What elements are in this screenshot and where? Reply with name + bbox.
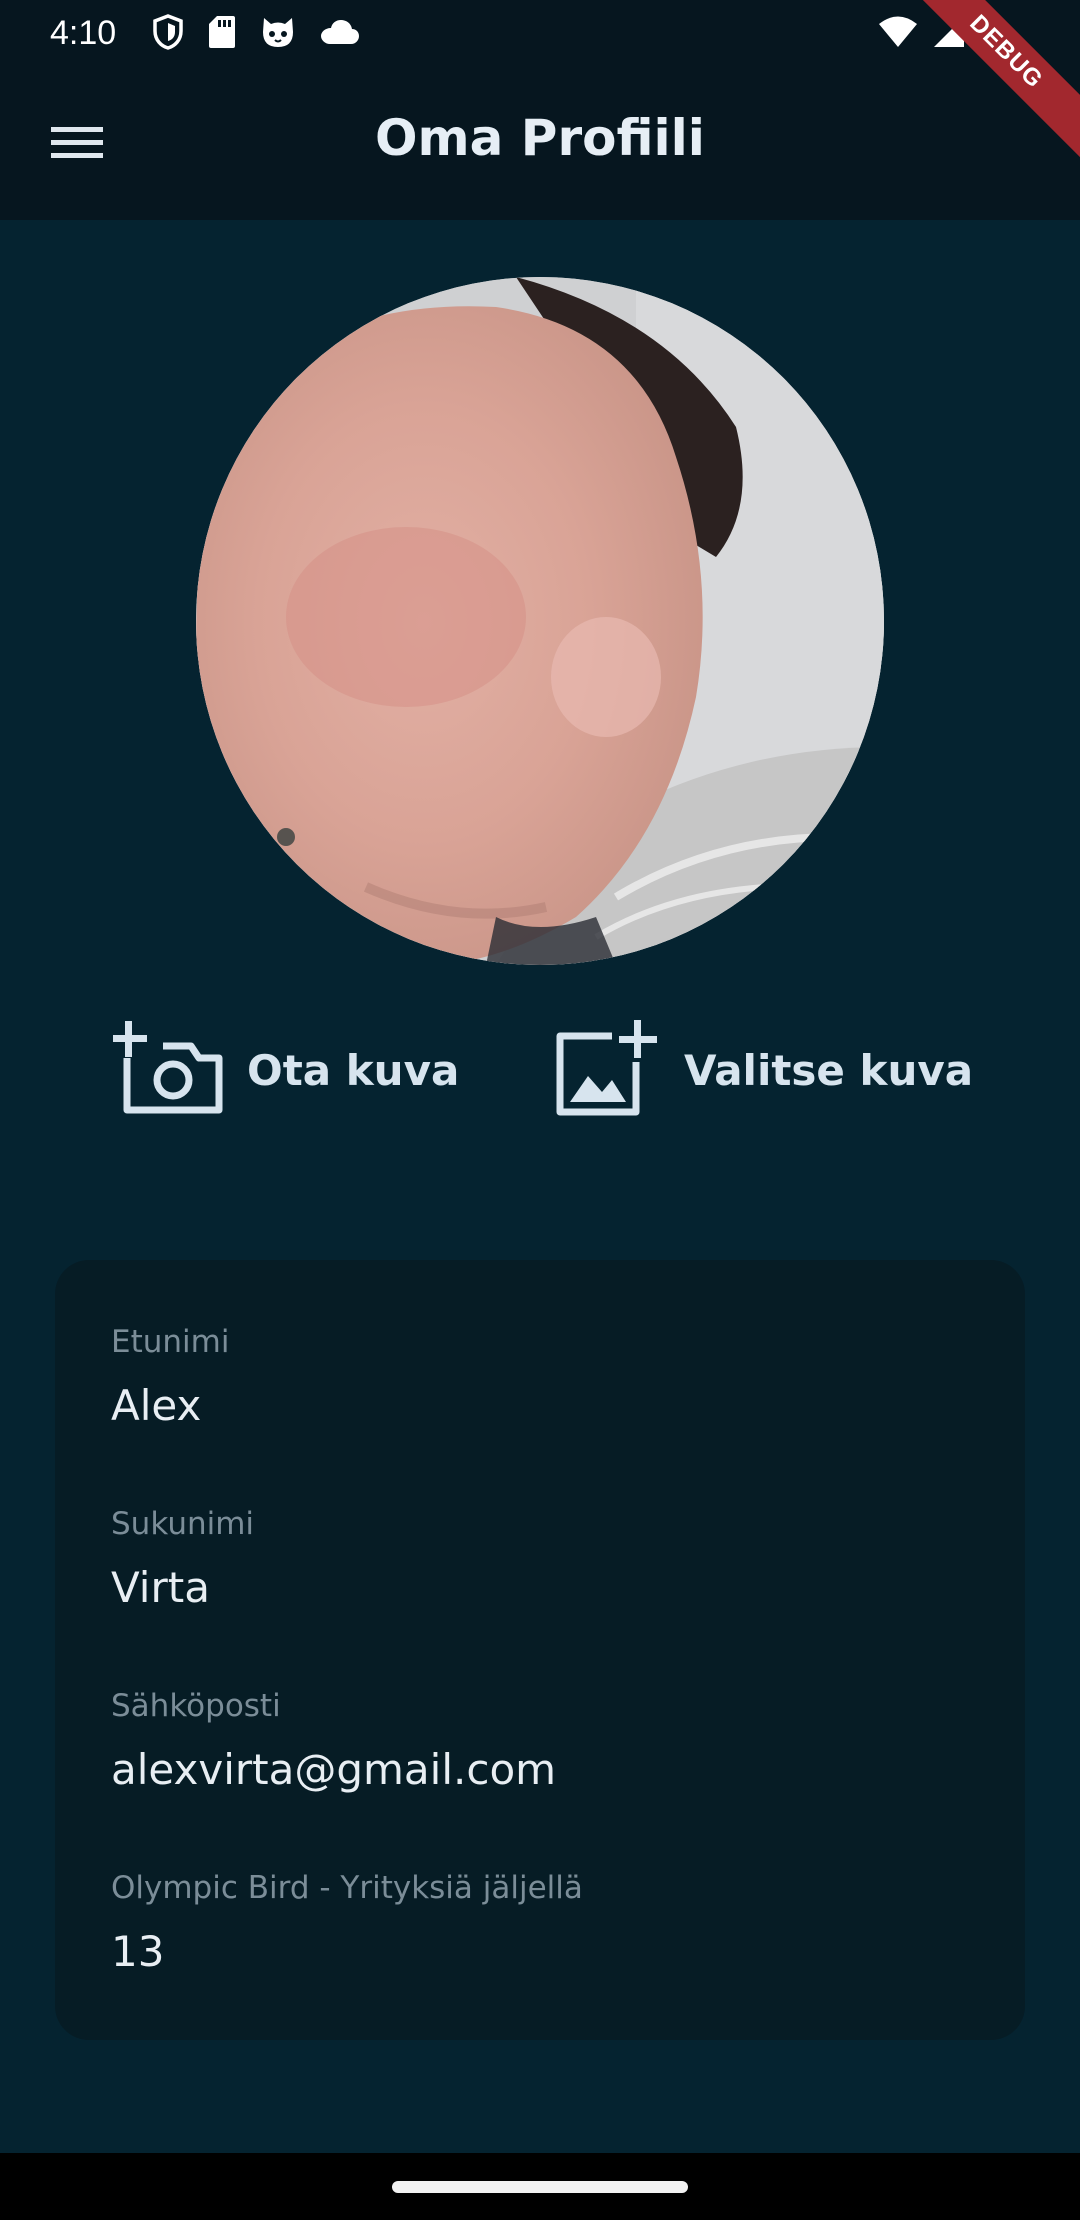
status-icons-left [152,14,360,50]
choose-photo-label: Valitse kuva [684,1045,974,1095]
profile-info-card: Etunimi Alex Sukunimi Virta Sähköposti a… [55,1260,1025,2040]
status-bar: 4:10 [0,0,1080,66]
last-name-label: Sukunimi [111,1506,255,1542]
profile-avatar[interactable] [196,277,884,965]
choose-photo-button[interactable]: Valitse kuva [556,1018,973,1122]
first-name-field: Etunimi Alex [111,1322,971,1432]
add-camera-icon [111,1018,223,1122]
first-name-label: Etunimi [111,1324,230,1360]
home-indicator[interactable] [392,2181,688,2193]
first-name-value: Alex [111,1381,202,1430]
email-field: Sähköposti alexvirta@gmail.com [111,1686,971,1796]
wifi-icon [878,15,918,49]
navigation-bar [0,2153,1080,2220]
status-time: 4:10 [50,14,117,52]
shield-icon [152,14,184,50]
sd-card-icon [208,15,236,49]
take-photo-label: Ota kuva [247,1045,460,1095]
attempts-field: Olympic Bird - Yrityksiä jäljellä 13 [111,1868,971,1978]
add-image-icon [556,1018,660,1122]
email-label: Sähköposti [111,1688,281,1724]
last-name-value: Virta [111,1563,210,1612]
take-photo-button[interactable]: Ota kuva [111,1018,460,1122]
cat-face-icon [260,15,296,49]
app-bar: Oma Profiili [0,66,1080,220]
cloud-icon [320,18,360,46]
page-title: Oma Profiili [375,109,705,167]
email-value: alexvirta@gmail.com [111,1745,557,1794]
last-name-field: Sukunimi Virta [111,1504,971,1614]
profile-photo [196,277,884,965]
attempts-value: 13 [111,1927,165,1976]
attempts-label: Olympic Bird - Yrityksiä jäljellä [111,1870,583,1906]
